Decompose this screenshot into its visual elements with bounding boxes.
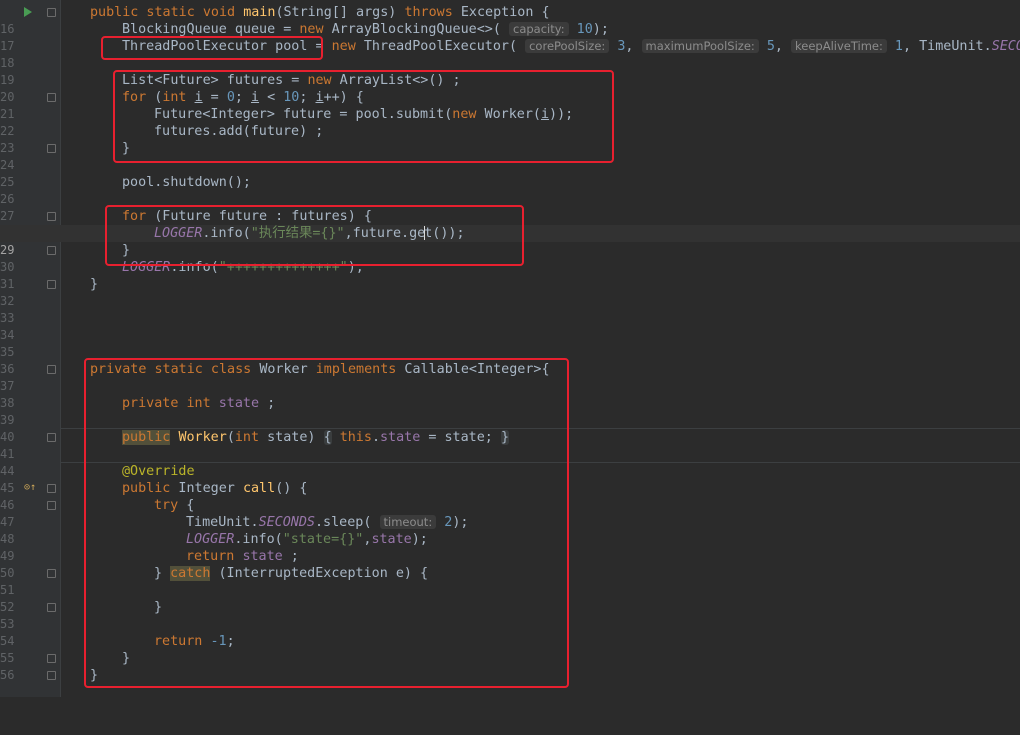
param-hint: capacity: xyxy=(509,22,569,36)
param-hint: maximumPoolSize: xyxy=(641,39,759,53)
fold-icon[interactable] xyxy=(47,8,56,17)
code-line: 33 xyxy=(0,293,1020,325)
param-hint: keepAliveTime: xyxy=(791,39,887,53)
fold-icon[interactable] xyxy=(47,246,56,255)
highlight-box-pool xyxy=(101,36,323,60)
fold-icon[interactable] xyxy=(47,569,56,578)
code-token: , xyxy=(774,39,792,54)
code-token: , xyxy=(625,39,642,54)
code-token: 1 xyxy=(886,39,903,54)
fold-icon[interactable] xyxy=(47,654,56,663)
code-token: SECONDS xyxy=(991,39,1020,54)
code-token: new xyxy=(331,39,356,54)
code-line: 16 public static void main(String[] args… xyxy=(0,4,1020,36)
code-token: public static void xyxy=(90,5,244,20)
run-icon[interactable] xyxy=(24,7,32,17)
highlight-box-worker-class xyxy=(84,358,569,688)
fold-icon[interactable] xyxy=(47,144,56,153)
code-token: pool.shutdown(); xyxy=(122,175,251,190)
fold-icon[interactable] xyxy=(47,93,56,102)
code-token: 3 xyxy=(609,39,626,54)
code-token: BlockingQueue queue = xyxy=(122,22,300,37)
code-token: ThreadPoolExecutor( xyxy=(355,39,526,54)
code-token: 5 xyxy=(758,39,775,54)
code-token: Exception { xyxy=(452,5,550,20)
highlight-box-submit-loop xyxy=(113,70,614,163)
fold-icon[interactable] xyxy=(47,671,56,680)
code-token: ); xyxy=(592,22,609,37)
fold-icon[interactable] xyxy=(47,501,56,510)
code-token: (String[] args) xyxy=(275,5,405,20)
fold-icon[interactable] xyxy=(47,212,56,221)
fold-icon[interactable] xyxy=(47,365,56,374)
code-token: new xyxy=(299,22,324,37)
code-line: 34 xyxy=(0,310,1020,342)
param-hint: corePoolSize: xyxy=(525,39,610,53)
code-token: ArrayBlockingQueue<>( xyxy=(323,22,509,37)
code-token: , TimeUnit. xyxy=(903,39,992,54)
highlight-box-get-loop xyxy=(105,205,524,266)
fold-icon[interactable] xyxy=(47,280,56,289)
fold-icon[interactable] xyxy=(47,603,56,612)
code-token: throws xyxy=(404,5,453,20)
code-token: main xyxy=(243,5,276,20)
code-line: 26 pool.shutdown(); xyxy=(0,174,1020,206)
override-icon[interactable]: ⊙↑ xyxy=(24,482,36,494)
code-token: 10 xyxy=(568,22,593,37)
code-token: } xyxy=(90,277,99,292)
code-line: 35 xyxy=(0,327,1020,359)
fold-icon[interactable] xyxy=(47,433,56,442)
code-line: 32 } xyxy=(0,276,1020,308)
fold-icon[interactable] xyxy=(47,484,56,493)
